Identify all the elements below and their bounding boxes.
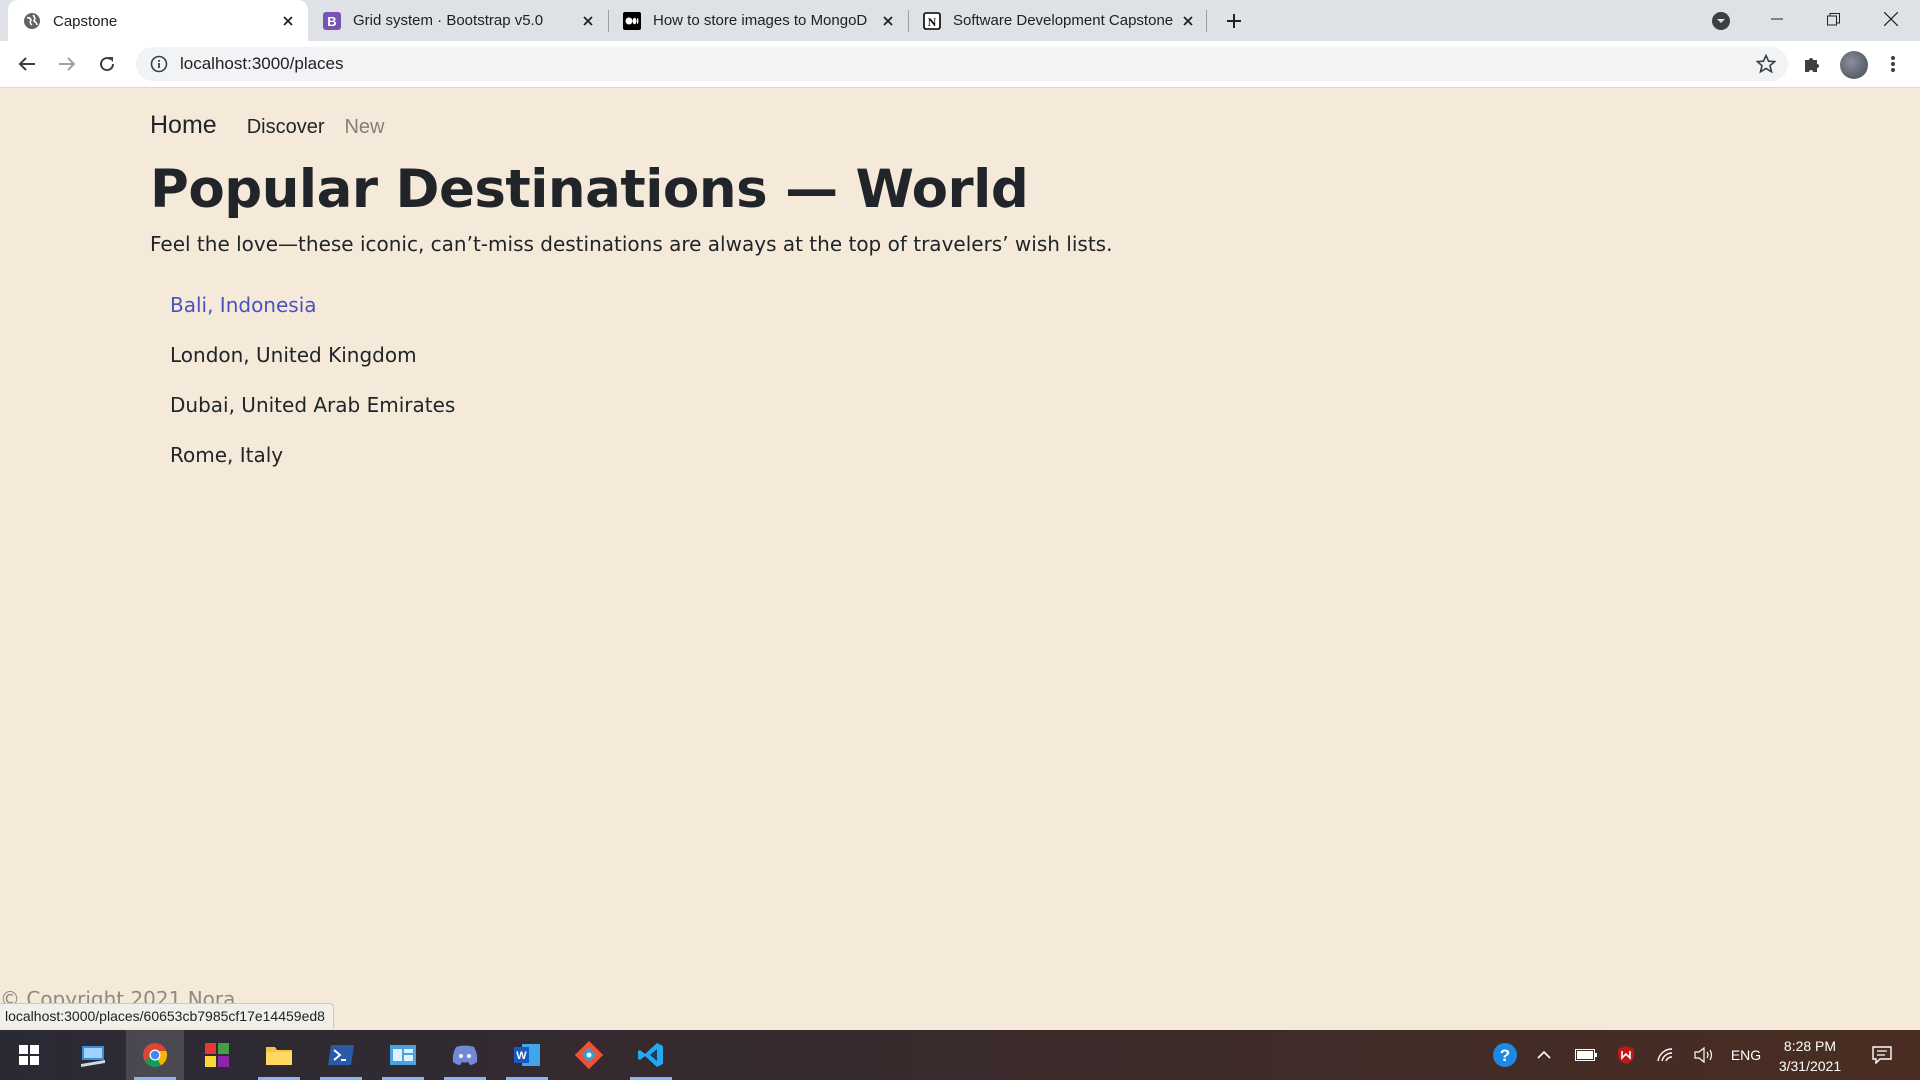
clock-time: 8:28 PM xyxy=(1783,1038,1837,1054)
close-tab-icon[interactable] xyxy=(1178,11,1198,31)
nav-discover-link[interactable]: Discover xyxy=(247,116,325,139)
tab-notion-capstone[interactable]: N Software Development Capstone xyxy=(908,0,1208,41)
svg-text:B: B xyxy=(327,14,336,29)
word-icon[interactable]: W xyxy=(498,1030,556,1080)
control-panel-icon[interactable] xyxy=(374,1030,432,1080)
svg-text:W: W xyxy=(516,1050,527,1062)
tab-mongodb-article[interactable]: How to store images to MongoD xyxy=(608,0,908,41)
reload-icon[interactable] xyxy=(94,51,120,77)
profile-avatar[interactable] xyxy=(1840,51,1868,79)
language-indicator[interactable]: ENG xyxy=(1728,1030,1764,1080)
link-status-bubble: localhost:3000/places/60653cb7985cf17e14… xyxy=(0,1003,334,1028)
chrome-icon[interactable] xyxy=(126,1030,184,1080)
place-item-london[interactable]: London, United Kingdom xyxy=(170,343,455,393)
notion-icon: N xyxy=(923,11,941,30)
url-text: localhost:3000/places xyxy=(180,54,344,73)
tab-title: Capstone xyxy=(53,12,118,30)
close-tab-icon[interactable] xyxy=(878,11,898,31)
git-icon[interactable] xyxy=(560,1030,618,1080)
forward-arrow-icon[interactable] xyxy=(54,51,80,77)
site-navbar: Home Discover New xyxy=(150,111,405,140)
tab-title: Grid system · Bootstrap v5.0 xyxy=(353,12,544,29)
remote-desktop-icon[interactable] xyxy=(64,1030,122,1080)
browser-toolbar: localhost:3000/places xyxy=(0,41,1920,88)
close-tab-icon[interactable] xyxy=(578,11,598,31)
wifi-icon[interactable] xyxy=(1652,1030,1680,1080)
back-arrow-icon[interactable] xyxy=(14,51,40,77)
tab-capstone[interactable]: Capstone xyxy=(8,0,308,42)
globe-icon xyxy=(23,12,41,30)
svg-text:N: N xyxy=(928,15,937,29)
bookmark-star-icon[interactable] xyxy=(1755,53,1777,74)
address-bar[interactable]: localhost:3000/places xyxy=(136,47,1788,81)
minimize-button[interactable] xyxy=(1754,0,1800,38)
chevron-up-icon[interactable] xyxy=(1532,1030,1556,1080)
vscode-icon[interactable] xyxy=(622,1030,680,1080)
nav-new-link[interactable]: New xyxy=(344,116,384,139)
tab-bootstrap-grid[interactable]: B Grid system · Bootstrap v5.0 xyxy=(308,0,608,41)
close-tab-icon[interactable] xyxy=(278,11,298,31)
clock-date: 3/31/2021 xyxy=(1778,1058,1842,1074)
tab-separator xyxy=(1206,10,1207,32)
restore-button[interactable] xyxy=(1810,0,1856,38)
tab-strip: Capstone B Grid system · Bootstrap v5.0 … xyxy=(0,0,1920,42)
tab-search-icon[interactable] xyxy=(1710,10,1732,32)
close-window-button[interactable] xyxy=(1868,0,1914,38)
windows-taskbar: W ? ENG 8:28 PM 3/31/2021 xyxy=(0,1030,1920,1080)
info-icon[interactable] xyxy=(150,55,168,73)
page-title: Popular Destinations — World xyxy=(150,159,1029,220)
place-item-rome[interactable]: Rome, Italy xyxy=(170,443,455,493)
clock[interactable]: 8:28 PM 3/31/2021 xyxy=(1770,1036,1850,1076)
tab-title: Software Development Capstone xyxy=(953,12,1174,29)
place-item-dubai[interactable]: Dubai, United Arab Emirates xyxy=(170,393,455,443)
bootstrap-icon: B xyxy=(323,11,341,30)
battery-icon[interactable] xyxy=(1572,1030,1600,1080)
app-icon[interactable] xyxy=(188,1030,246,1080)
start-icon[interactable] xyxy=(0,1030,58,1080)
mcafee-shield-icon[interactable] xyxy=(1612,1030,1640,1080)
more-menu-icon[interactable] xyxy=(1880,51,1906,77)
tab-title: How to store images to MongoD xyxy=(653,12,868,29)
new-tab-button[interactable] xyxy=(1222,9,1246,33)
svg-text:?: ? xyxy=(1500,1046,1510,1065)
nav-home-link[interactable]: Home xyxy=(150,111,217,140)
file-explorer-icon[interactable] xyxy=(250,1030,308,1080)
powershell-icon[interactable] xyxy=(312,1030,370,1080)
help-icon[interactable]: ? xyxy=(1490,1030,1520,1080)
extensions-puzzle-icon[interactable] xyxy=(1799,51,1825,77)
places-list: Bali, Indonesia London, United Kingdom D… xyxy=(170,293,455,493)
page-content: Home Discover New Popular Destinations —… xyxy=(0,89,1920,1029)
volume-icon[interactable] xyxy=(1690,1030,1720,1080)
place-item-bali[interactable]: Bali, Indonesia xyxy=(170,293,455,343)
page-lead: Feel the love—these iconic, can’t-miss d… xyxy=(150,232,1113,256)
notifications-icon[interactable] xyxy=(1864,1030,1900,1080)
medium-icon xyxy=(623,11,641,30)
discord-icon[interactable] xyxy=(436,1030,494,1080)
